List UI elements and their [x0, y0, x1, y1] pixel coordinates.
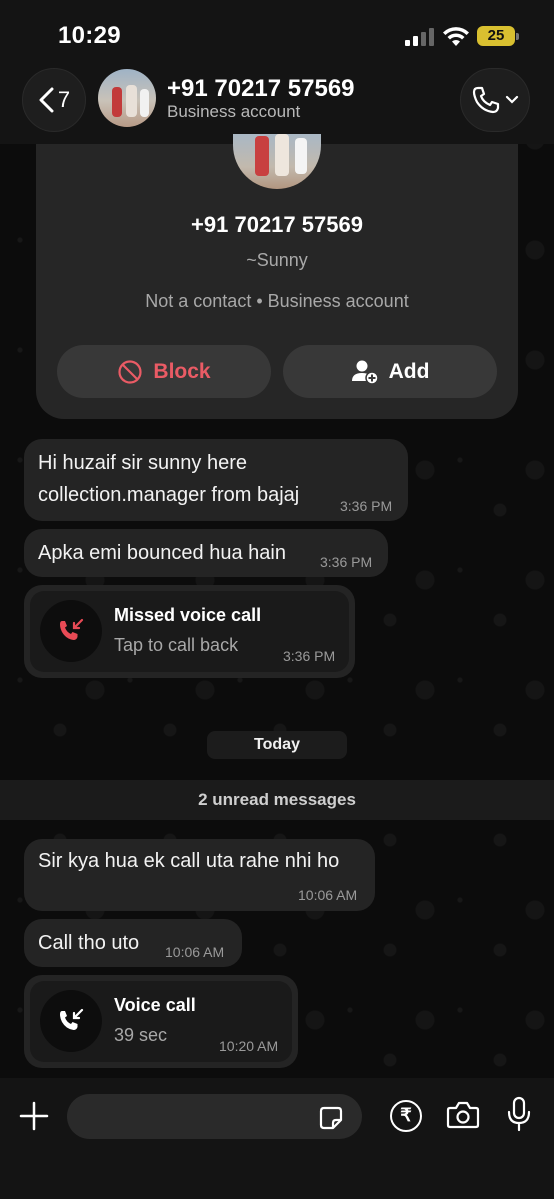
- contact-subtitle[interactable]: Business account: [167, 102, 300, 122]
- message-text: Call tho uto: [38, 932, 140, 954]
- microphone-icon[interactable]: [506, 1096, 532, 1132]
- call-time: 3:36 PM: [283, 648, 336, 664]
- call-time: 10:20 AM: [219, 1038, 279, 1054]
- message-bubble[interactable]: Apka emi bounced hua hain 3:36 PM: [24, 529, 388, 577]
- missed-call-bubble[interactable]: Missed voice call Tap to call back 3:36 …: [24, 585, 355, 678]
- cellular-signal-icon: [405, 28, 435, 46]
- attach-button[interactable]: [14, 1096, 54, 1136]
- card-contact-status: Not a contact • Business account: [145, 291, 409, 311]
- message-time: 10:06 AM: [165, 944, 225, 960]
- call-button[interactable]: [460, 68, 530, 132]
- call-icon-circle: [40, 990, 102, 1052]
- status-time: 10:29: [58, 22, 121, 49]
- missed-call-icon: [60, 618, 84, 640]
- contact-avatar[interactable]: [98, 69, 156, 127]
- block-icon: [118, 359, 143, 384]
- call-icon-circle: [40, 600, 102, 662]
- message-bubble[interactable]: Sir kya hua ek call uta rahe nhi ho 10:0…: [24, 839, 375, 911]
- composer-bar: ₹: [0, 1078, 554, 1199]
- battery-indicator: 25: [477, 26, 519, 46]
- message-time: 3:36 PM: [340, 498, 393, 514]
- add-contact-button[interactable]: Add: [283, 345, 497, 398]
- message-bubble[interactable]: Hi huzaif sir sunny here collection.mana…: [24, 439, 408, 521]
- chat-header: 7 +91 70217 57569 Business account: [0, 60, 554, 144]
- block-label: Block: [153, 359, 211, 383]
- date-separator: Today: [207, 731, 347, 759]
- call-title: Voice call: [114, 995, 196, 1015]
- message-text-line: Hi huzaif sir sunny here: [38, 452, 247, 474]
- rupee-icon[interactable]: ₹: [390, 1100, 422, 1132]
- plus-icon: [19, 1101, 49, 1131]
- block-button[interactable]: Block: [57, 345, 271, 398]
- message-time: 3:36 PM: [320, 554, 373, 570]
- call-subtitle: Tap to call back: [114, 635, 239, 655]
- back-chevron-icon: [39, 87, 54, 113]
- unread-messages-banner: 2 unread messages: [0, 780, 554, 820]
- message-text: Sir kya hua ek call uta rahe nhi ho: [38, 850, 340, 872]
- camera-icon[interactable]: [446, 1100, 480, 1130]
- voice-call-bubble[interactable]: Voice call 39 sec 10:20 AM: [24, 975, 298, 1068]
- back-button[interactable]: 7: [22, 68, 86, 132]
- chevron-down-icon: [505, 95, 519, 104]
- call-title: Missed voice call: [114, 605, 262, 625]
- contact-name[interactable]: +91 70217 57569: [167, 75, 355, 103]
- phone-icon: [472, 86, 500, 114]
- status-bar: 10:29 25: [0, 0, 554, 60]
- message-time: 10:06 AM: [298, 887, 358, 903]
- add-person-icon: [351, 360, 379, 385]
- sticker-icon[interactable]: [318, 1105, 344, 1131]
- message-bubble[interactable]: Call tho uto 10:06 AM: [24, 919, 242, 967]
- message-text-line: collection.manager from bajaj: [38, 484, 300, 506]
- message-text: Apka emi bounced hua hain: [38, 542, 286, 564]
- card-avatar: [233, 134, 321, 189]
- add-label: Add: [388, 359, 430, 383]
- incoming-call-icon: [60, 1008, 84, 1030]
- call-subtitle: 39 sec: [114, 1025, 168, 1045]
- wifi-icon: [443, 27, 469, 46]
- card-phone-number: +91 70217 57569: [191, 212, 363, 237]
- card-alias: ~Sunny: [246, 250, 308, 270]
- contact-info-card: +91 70217 57569 ~Sunny Not a contact • B…: [36, 134, 518, 419]
- unread-chats-count: 7: [57, 87, 71, 112]
